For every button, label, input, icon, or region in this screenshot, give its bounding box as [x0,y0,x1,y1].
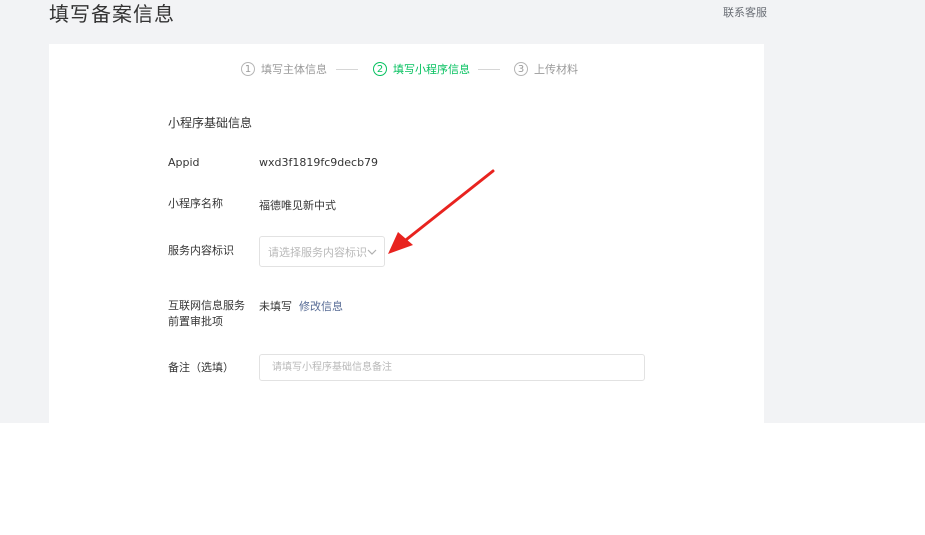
step-1-label: 填写主体信息 [261,63,327,76]
appid-value: wxd3f1819fc9decb79 [259,156,379,169]
service-select[interactable]: 请选择服务内容标识 [259,236,385,267]
name-label: 小程序名称 [168,197,223,210]
preapproval-label: 互联网信息服务 前置审批项 [168,298,245,330]
step-divider [336,69,358,70]
step-2: 2 填写小程序信息 [373,61,470,77]
remark-label: 备注（选填） [168,361,234,374]
step-divider [478,69,500,70]
preapproval-label-line2: 前置审批项 [168,315,223,328]
step-1-number: 1 [241,62,255,76]
section-title: 小程序基础信息 [168,116,253,130]
edit-info-link[interactable]: 修改信息 [299,300,343,313]
red-arrow-icon [388,169,495,254]
remark-input[interactable]: 请填写小程序基础信息备注 [259,354,645,381]
step-2-label: 填写小程序信息 [393,63,470,76]
step-1: 1 填写主体信息 [241,61,327,77]
chevron-down-icon [367,249,378,255]
name-value: 福德唯见新中式 [259,199,336,212]
appid-label: Appid [168,156,200,169]
page-title: 填写备案信息 [49,2,175,26]
preapproval-status: 未填写 [259,300,292,313]
preapproval-label-line1: 互联网信息服务 [168,299,245,312]
step-3: 3 上传材料 [514,61,578,77]
step-3-label: 上传材料 [534,63,578,76]
contact-support-link[interactable]: 联系客服 [723,4,767,20]
service-label: 服务内容标识 [168,244,234,257]
preapproval-value: 未填写 修改信息 [259,298,343,314]
step-2-number: 2 [373,62,387,76]
step-3-number: 3 [514,62,528,76]
service-select-placeholder: 请选择服务内容标识 [268,245,367,259]
